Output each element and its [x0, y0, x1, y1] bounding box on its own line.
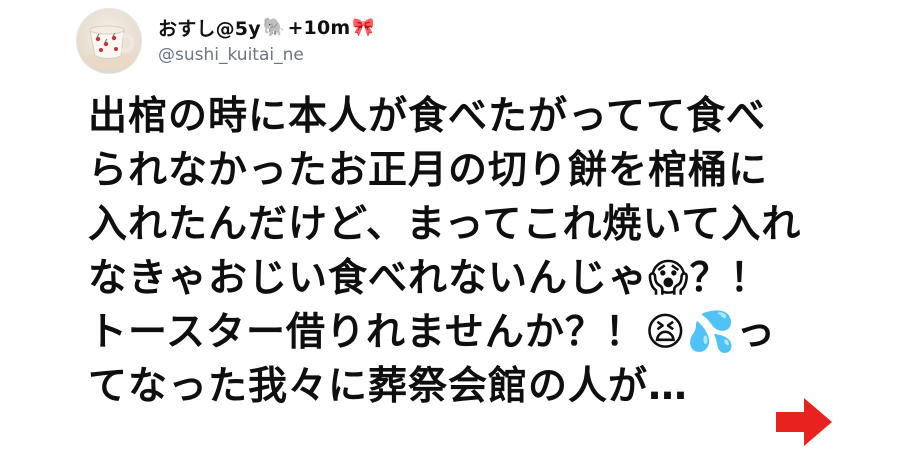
- tweet-line: なきゃおじい食べれないんじゃ😱？！: [88, 256, 770, 301]
- tweet-text: 出棺の時に本人が食べたがってて食べ られなかったお正月の切り餅を棺桶に 入れたん…: [88, 90, 848, 414]
- display-name[interactable]: おすし@5y 🐘 +10m 🎀: [158, 14, 375, 41]
- display-name-suffix: +10m: [287, 16, 351, 39]
- tweet-line: トースター借りれませんか？！😫💦っ: [88, 310, 777, 355]
- next-arrow-button[interactable]: [772, 394, 836, 450]
- display-name-text: おすし@5y: [158, 18, 261, 40]
- coffee-cup-icon: [83, 25, 135, 68]
- red-right-arrow-icon: [776, 398, 832, 446]
- tweet-line: 出棺の時に本人が食べたがってて食べ: [88, 94, 767, 139]
- ribbon-icon: 🎀: [352, 16, 376, 38]
- tweet-card: おすし@5y 🐘 +10m 🎀 @sushi_kuitai_ne 出棺の時に本人…: [0, 0, 900, 472]
- tweet-line: てなった我々に葬祭会館の人が…: [88, 364, 689, 409]
- user-handle[interactable]: @sushi_kuitai_ne: [158, 45, 304, 65]
- tweet-line: 入れたんだけど、まってこれ焼いて入れ: [88, 202, 802, 247]
- tweet-line: られなかったお正月の切り餅を棺桶に: [88, 148, 769, 193]
- avatar[interactable]: [76, 8, 142, 74]
- elephant-icon: 🐘: [262, 16, 286, 38]
